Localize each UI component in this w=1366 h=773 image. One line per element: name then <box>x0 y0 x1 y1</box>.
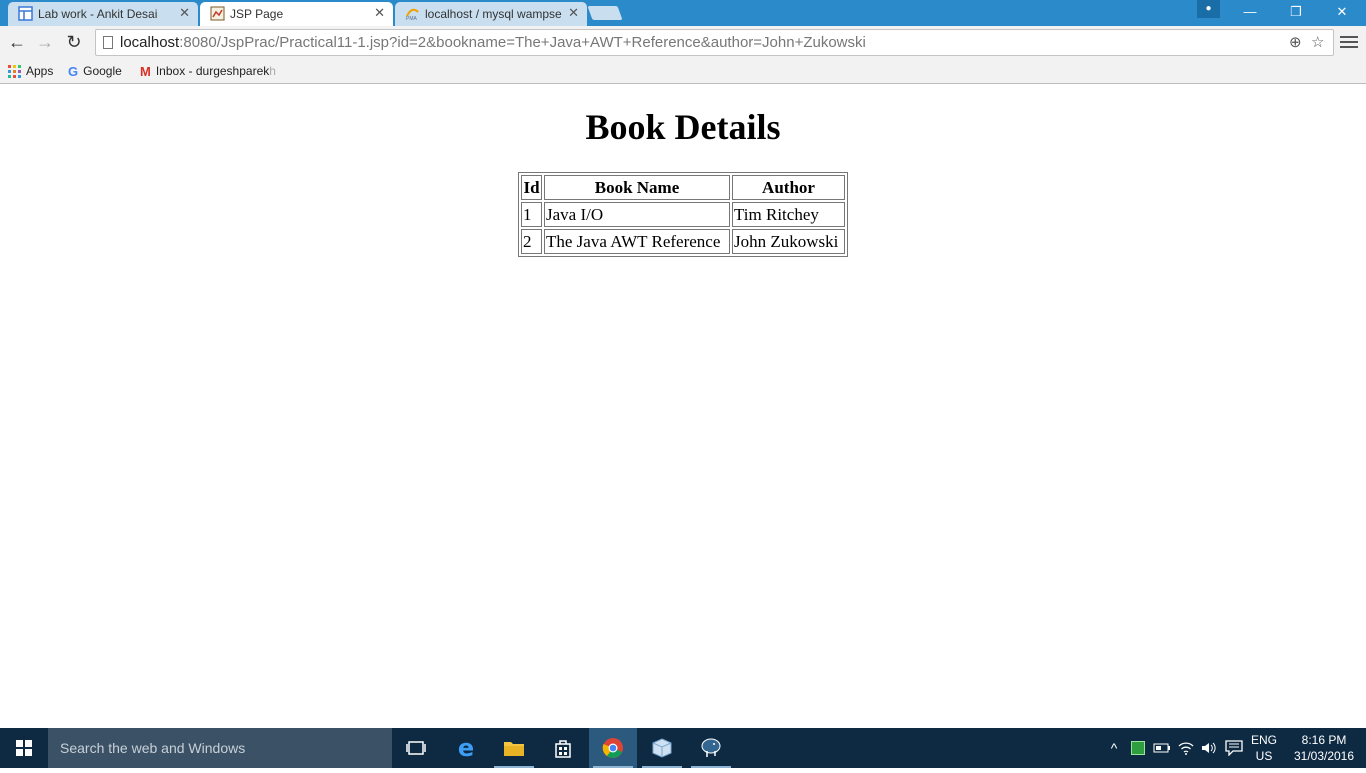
window-close-button[interactable]: ✕ <box>1319 0 1365 24</box>
language-code: ENG <box>1250 733 1277 747</box>
url-path: :8080/JspPrac/Practical11-1.jsp?id=2&boo… <box>179 34 866 51</box>
table-row: 1 Java I/O Tim Ritchey <box>521 202 845 227</box>
svg-text:PMA: PMA <box>406 16 418 21</box>
search-placeholder: Search the web and Windows <box>60 740 246 756</box>
clock[interactable]: 8:16 PM 31/03/2016 <box>1286 732 1362 764</box>
forward-button[interactable]: → <box>34 31 56 53</box>
windows-taskbar: Search the web and Windows e ^ ENG US 8:… <box>0 728 1366 768</box>
bookmark-label-fade: h <box>269 64 276 78</box>
edge-icon[interactable]: e <box>442 728 490 768</box>
action-center-icon[interactable] <box>1222 728 1246 768</box>
column-header-book-name: Book Name <box>544 175 730 200</box>
reload-button[interactable]: ↻ <box>63 31 85 53</box>
battery-icon[interactable] <box>1152 728 1172 768</box>
tab-lab-work[interactable]: Lab work - Ankit Desai ✕ <box>8 2 198 26</box>
cell-book-name: The Java AWT Reference <box>544 229 730 254</box>
volume-icon[interactable] <box>1198 728 1218 768</box>
bookmark-label: Google <box>83 64 122 78</box>
clock-date: 31/03/2016 <box>1293 749 1355 763</box>
file-explorer-icon[interactable] <box>490 728 538 768</box>
phpmyadmin-icon: PMA <box>406 8 419 21</box>
table-row: 2 The Java AWT Reference John Zukowski <box>521 229 845 254</box>
cell-book-name: Java I/O <box>544 202 730 227</box>
clock-time: 8:16 PM <box>1301 733 1347 747</box>
apps-grid-icon <box>8 65 21 79</box>
table-header-row: Id Book Name Author <box>521 175 845 200</box>
language-indicator[interactable]: ENG US <box>1250 732 1278 764</box>
cell-id: 2 <box>521 229 542 254</box>
close-icon[interactable]: ✕ <box>374 5 385 21</box>
region-code: US <box>1255 749 1273 763</box>
jsp-page-icon <box>210 6 225 21</box>
store-icon[interactable] <box>539 728 587 768</box>
profile-icon[interactable]: ● <box>1197 0 1220 18</box>
tab-title: JSP Page <box>230 7 284 21</box>
windows-logo-icon <box>16 740 32 756</box>
tab-jsp-page[interactable]: JSP Page ✕ <box>200 2 393 26</box>
minimize-button[interactable]: — <box>1227 0 1273 24</box>
show-hidden-icons-caret[interactable]: ^ <box>1104 728 1124 768</box>
tab-title: Lab work - Ankit Desai <box>38 7 158 21</box>
taskbar-search-box[interactable]: Search the web and Windows <box>48 728 392 768</box>
wifi-icon[interactable] <box>1176 728 1196 768</box>
page-content: Book Details Id Book Name Author 1 Java … <box>0 85 1366 728</box>
page-icon <box>103 36 113 49</box>
docs-icon <box>18 6 33 21</box>
green-app-tray-icon[interactable] <box>1128 728 1148 768</box>
close-icon[interactable]: ✕ <box>179 5 190 21</box>
close-icon[interactable]: ✕ <box>568 5 579 21</box>
bookmark-apps[interactable]: Apps <box>8 63 53 79</box>
bookmarks-bar: Apps G Google M Inbox - durgeshparekh <box>0 58 1366 84</box>
column-header-id: Id <box>521 175 542 200</box>
google-icon: G <box>68 63 79 79</box>
bookmark-inbox[interactable]: M Inbox - durgeshparekh <box>140 63 276 80</box>
restore-button[interactable]: ❐ <box>1273 0 1319 24</box>
virtualbox-icon[interactable] <box>638 728 686 768</box>
url-host: localhost <box>120 34 180 51</box>
url-text[interactable]: localhost:8080/JspPrac/Practical11-1.jsp… <box>120 34 866 52</box>
browser-tab-strip: Lab work - Ankit Desai ✕ JSP Page ✕ PMA … <box>0 0 1366 26</box>
new-tab-button[interactable] <box>587 6 623 20</box>
bookmark-label: Apps <box>26 64 54 78</box>
chrome-icon[interactable] <box>589 728 637 768</box>
book-table: Id Book Name Author 1 Java I/O Tim Ritch… <box>518 172 848 257</box>
tab-title: localhost / mysql wampse <box>425 7 562 21</box>
page-title: Book Details <box>585 107 781 147</box>
back-button[interactable]: ← <box>6 31 28 53</box>
cell-author: Tim Ritchey <box>732 202 845 227</box>
start-button[interactable] <box>0 728 48 768</box>
bookmark-star-icon[interactable]: ☆ <box>1311 33 1324 51</box>
task-view-icon[interactable] <box>392 728 440 768</box>
gmail-icon: M <box>140 63 151 79</box>
bookmark-google[interactable]: G Google <box>68 63 122 80</box>
cell-id: 1 <box>521 202 542 227</box>
postgres-icon[interactable] <box>687 728 735 768</box>
zoom-icon[interactable]: ⊕ <box>1289 33 1302 51</box>
chrome-menu-icon[interactable] <box>1340 33 1358 51</box>
bookmark-label: Inbox - durgeshparek <box>155 64 270 78</box>
address-bar[interactable]: localhost:8080/JspPrac/Practical11-1.jsp… <box>95 29 1334 56</box>
column-header-author: Author <box>732 175 845 200</box>
cell-author: John Zukowski <box>732 229 845 254</box>
tab-phpmyadmin[interactable]: PMA localhost / mysql wampse ✕ <box>395 2 587 26</box>
